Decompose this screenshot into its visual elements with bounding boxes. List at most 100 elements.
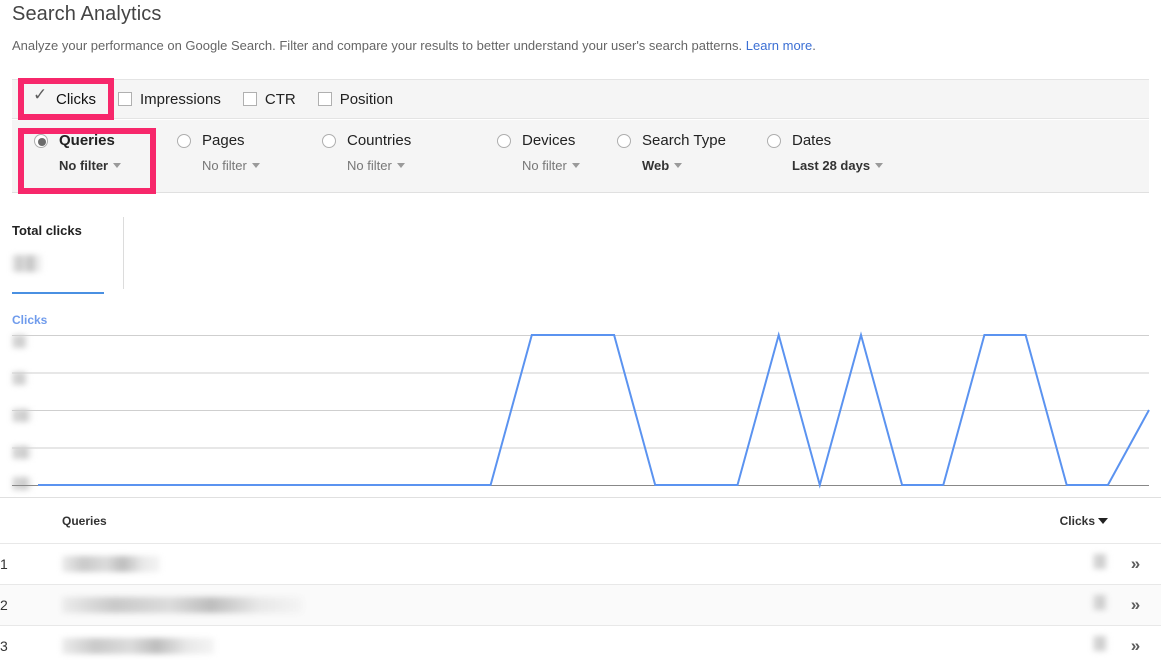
table-row[interactable]: 1» [0, 544, 1161, 585]
dimension-head: Pages [177, 132, 260, 149]
radio-icon[interactable] [34, 134, 48, 148]
caret-down-icon [397, 163, 405, 168]
table-row[interactable]: 2» [0, 585, 1161, 626]
dimension-radio-countries[interactable]: Countries No filter [322, 132, 411, 173]
total-clicks-label: Total clicks [12, 223, 82, 238]
caret-down-icon [113, 163, 121, 168]
dimension-filter-dropdown[interactable]: No filter [347, 158, 411, 173]
dimension-filter-dropdown[interactable]: No filter [522, 158, 580, 173]
clicks-value-redacted [1093, 554, 1108, 569]
dimension-head: Search Type [617, 132, 726, 149]
metric-label: CTR [265, 91, 296, 108]
clicks-value-redacted [1093, 595, 1108, 610]
dimension-head: Dates [767, 132, 883, 149]
dimension-label: Devices [522, 132, 575, 149]
dimension-radio-pages[interactable]: Pages No filter [177, 132, 260, 173]
dimension-filter-value: Last 28 days [792, 158, 870, 173]
queries-table: Queries Clicks 1»2»3» [0, 497, 1161, 660]
row-query [62, 626, 1030, 660]
dimension-filter-value: No filter [522, 158, 567, 173]
metric-checkbox-impressions[interactable]: Impressions [118, 80, 221, 118]
caret-down-icon [572, 163, 580, 168]
dimension-radio-devices[interactable]: Devices No filter [497, 132, 580, 173]
page-subtitle: Analyze your performance on Google Searc… [12, 38, 816, 53]
dimension-filter-dropdown[interactable]: Web [642, 158, 726, 173]
row-rank: 1 [0, 544, 62, 585]
dimension-label: Queries [59, 132, 115, 149]
dimension-label: Countries [347, 132, 411, 149]
table-header-row: Queries Clicks [0, 498, 1161, 544]
metric-label: Clicks [56, 91, 96, 108]
checkbox-icon[interactable] [243, 92, 257, 106]
dimension-label: Dates [792, 132, 831, 149]
totals-panel: Total clicks [0, 205, 1161, 301]
row-expand-button[interactable]: » [1108, 626, 1161, 660]
row-rank: 2 [0, 585, 62, 626]
row-expand-button[interactable]: » [1108, 585, 1161, 626]
rank-column-header [0, 498, 62, 544]
dimension-filter-dropdown[interactable]: No filter [59, 158, 121, 173]
clicks-column-header[interactable]: Clicks [1030, 498, 1108, 544]
radio-icon[interactable] [767, 134, 781, 148]
clicks-chart: Clicks [0, 301, 1161, 497]
query-text-redacted [62, 597, 302, 613]
subtitle-period: . [812, 38, 816, 53]
radio-icon[interactable] [177, 134, 191, 148]
dimension-filter-value: No filter [202, 158, 247, 173]
dimension-radio-dates[interactable]: Dates Last 28 days [767, 132, 883, 173]
queries-table-body: 1»2»3» [0, 544, 1161, 660]
row-clicks [1030, 544, 1108, 585]
row-clicks [1030, 626, 1108, 660]
radio-icon[interactable] [322, 134, 336, 148]
radio-icon[interactable] [617, 134, 631, 148]
row-expand-button[interactable]: » [1108, 544, 1161, 585]
checkbox-icon[interactable] [318, 92, 332, 106]
metric-filter-bar: Clicks Impressions CTR Position [12, 79, 1149, 119]
page-subtitle-text: Analyze your performance on Google Searc… [12, 38, 742, 53]
search-analytics-page: Search Analytics Analyze your performanc… [0, 0, 1161, 660]
radio-icon[interactable] [497, 134, 511, 148]
metric-label: Position [340, 91, 393, 108]
caret-down-icon [875, 163, 883, 168]
caret-down-icon [252, 163, 260, 168]
metric-checkbox-clicks[interactable]: Clicks [34, 80, 96, 118]
queries-table-head: Queries Clicks [0, 498, 1161, 544]
dimension-radio-queries[interactable]: Queries No filter [34, 132, 121, 173]
query-text-redacted [62, 556, 160, 572]
queries-column-header[interactable]: Queries [62, 498, 1030, 544]
queries-table-wrap: Queries Clicks 1»2»3» [0, 497, 1161, 660]
metric-checkbox-ctr[interactable]: CTR [243, 80, 296, 118]
dimension-filter-value: No filter [347, 158, 392, 173]
dimension-head: Devices [497, 132, 580, 149]
table-row[interactable]: 3» [0, 626, 1161, 660]
clicks-value-redacted [1093, 636, 1108, 651]
action-column-header [1108, 498, 1161, 544]
row-rank: 3 [0, 626, 62, 660]
total-clicks-value-redacted [12, 255, 42, 272]
query-text-redacted [62, 638, 214, 654]
dimension-head: Queries [34, 132, 121, 149]
checkbox-icon[interactable] [118, 92, 132, 106]
page-title: Search Analytics [12, 3, 161, 26]
dimension-filter-value: Web [642, 158, 669, 173]
triangle-down-icon [1098, 518, 1108, 524]
clicks-column-label: Clicks [1060, 514, 1095, 528]
learn-more-link[interactable]: Learn more [746, 38, 812, 53]
metric-checkbox-position[interactable]: Position [318, 80, 393, 118]
dimension-radio-search-type[interactable]: Search Type Web [617, 132, 726, 173]
row-query [62, 585, 1030, 626]
caret-down-icon [674, 163, 682, 168]
row-clicks [1030, 585, 1108, 626]
chart-plot-area [0, 301, 1161, 497]
total-clicks-active-underline [12, 292, 104, 294]
dimension-label: Pages [202, 132, 245, 149]
totals-divider [123, 217, 124, 289]
dimension-label: Search Type [642, 132, 726, 149]
row-query [62, 544, 1030, 585]
dimension-filter-dropdown[interactable]: No filter [202, 158, 260, 173]
checkbox-icon[interactable] [34, 92, 48, 106]
dimension-head: Countries [322, 132, 411, 149]
metric-label: Impressions [140, 91, 221, 108]
dimension-filter-bar: Queries No filter Pages No filter Countries N… [12, 120, 1149, 193]
dimension-filter-dropdown[interactable]: Last 28 days [792, 158, 883, 173]
